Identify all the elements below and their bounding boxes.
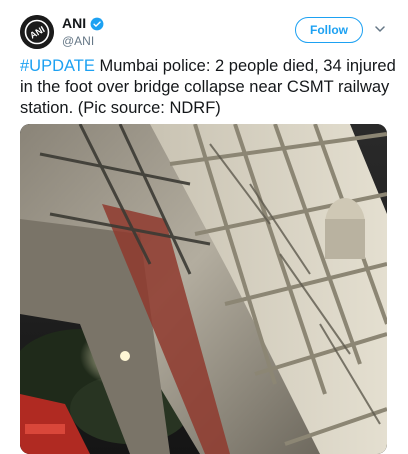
hashtag-link[interactable]: #UPDATE xyxy=(20,57,95,75)
author-handle[interactable]: @ANI xyxy=(62,34,104,49)
bridge-collapse-photo xyxy=(20,124,387,454)
follow-button[interactable]: Follow xyxy=(295,17,363,43)
author-avatar[interactable]: ANI xyxy=(20,15,54,49)
author-name[interactable]: ANI xyxy=(62,15,86,32)
chevron-down-icon[interactable] xyxy=(373,22,387,36)
tweet-photo[interactable] xyxy=(20,124,387,454)
author-info: ANI @ANI xyxy=(62,15,104,49)
verified-badge-icon xyxy=(90,17,104,30)
tweet-text: #UPDATE Mumbai police: 2 people died, 34… xyxy=(20,56,402,119)
ani-logo-icon: ANI xyxy=(20,15,54,49)
